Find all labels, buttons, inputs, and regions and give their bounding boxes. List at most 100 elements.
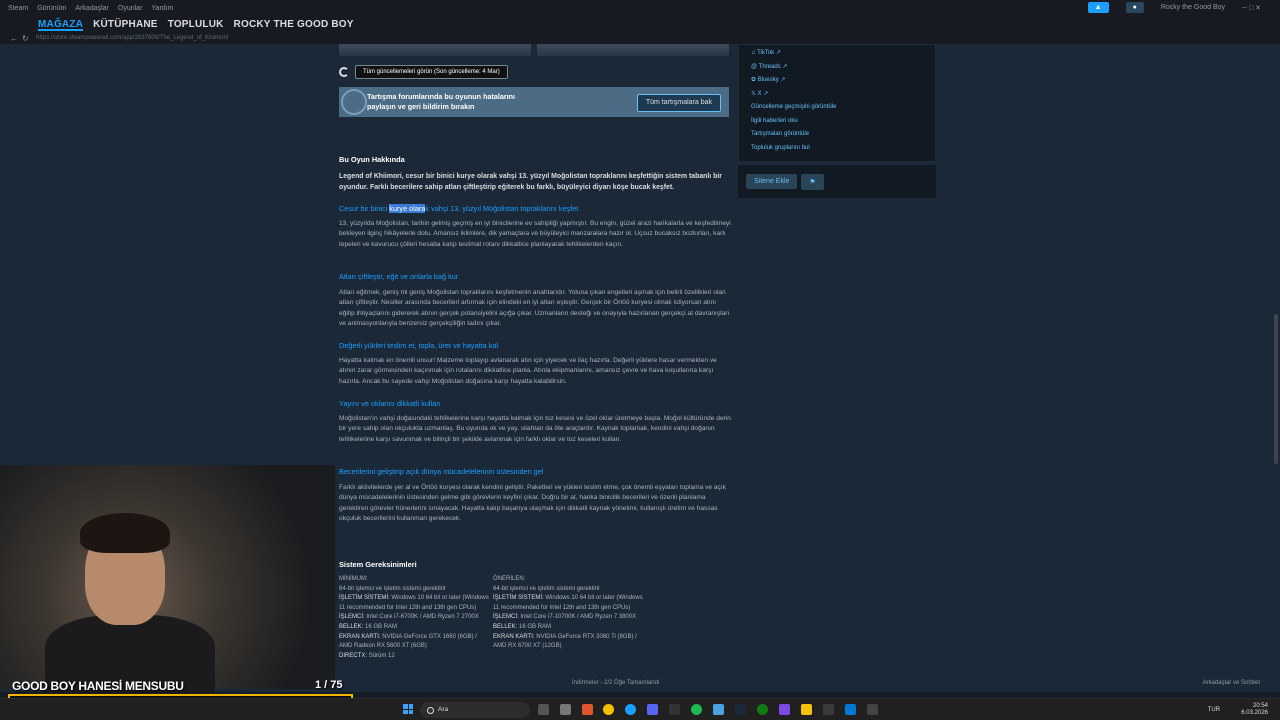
bluesky-link[interactable]: ✿ Bluesky ↗ <box>751 74 923 88</box>
friends-chat[interactable]: Arkadaşlar ve Sohbet <box>1203 680 1260 686</box>
updates-row: Tüm güncellemeleri görün (Son güncelleme… <box>339 65 508 79</box>
store-navbar: MAĞAZA KÜTÜPHANE TOPLULUK ROCKY THE GOOD… <box>0 17 1280 32</box>
app-icon[interactable] <box>867 704 878 715</box>
tiktok-link[interactable]: ♫ TikTok ↗ <box>751 47 923 61</box>
refresh-icon[interactable]: ↻ <box>22 34 29 43</box>
windows-taskbar: Ara TUR 20:54 6.03.2026 <box>0 698 1280 720</box>
embed-button[interactable]: Sitene Ekle <box>746 174 798 189</box>
language-indicator[interactable]: TUR <box>1208 707 1220 713</box>
requirements-recommended: ÖNERİLEN: 64-bit işlemci ve işletim sist… <box>493 575 645 652</box>
requirements-heading: Sistem Gereksinimleri <box>339 560 417 569</box>
section-title-5: Becerilerini geliştirip açık dünya mücad… <box>339 467 544 476</box>
app-icon[interactable] <box>669 704 680 715</box>
windows-start-icon[interactable] <box>403 704 413 714</box>
about-intro: Legend of Khiimori, cesur bir binici kur… <box>339 173 722 191</box>
steam-top-menu: Steam Görünüm Arkadaşlar Oyunlar Yardım … <box>0 0 1280 17</box>
app-icon[interactable] <box>823 704 834 715</box>
user-menu[interactable]: Rocky the Good Boy <box>1161 4 1225 11</box>
paragraph-5: Farklı aktivitelerde yer al ve Örtöö kur… <box>339 484 726 522</box>
url-text[interactable]: https://store.steampowered.com/app/26376… <box>36 35 228 41</box>
threads-link[interactable]: @ Threads ↗ <box>751 61 923 75</box>
menu-games[interactable]: Oyunlar <box>118 5 143 12</box>
min-directx: DIRECTX: Sürüm 12 <box>339 652 395 659</box>
menu-help[interactable]: Yardım <box>151 5 173 12</box>
nav-store[interactable]: MAĞAZA <box>38 19 83 30</box>
edge-icon[interactable] <box>625 704 636 715</box>
folder-icon[interactable] <box>801 704 812 715</box>
news-link[interactable]: İlgili haberleri oku <box>751 115 923 129</box>
scrollbar[interactable] <box>1274 314 1278 464</box>
min-label: MİNİMUM: <box>339 576 368 582</box>
min-arch: 64-bit işlemci ve işletim sistemi gerekt… <box>339 585 447 592</box>
sidebar-actions: Sitene Ekle ⚑ <box>738 165 936 198</box>
bell-icon[interactable]: ● <box>1125 2 1144 13</box>
taskbar-search[interactable]: Ara <box>420 702 530 718</box>
rec-label: ÖNERİLEN: <box>493 576 526 582</box>
paragraph-3: Hayatta kalmak en önemli unsur! Malzeme … <box>339 357 717 385</box>
app-icon[interactable] <box>779 704 790 715</box>
vscode-icon[interactable] <box>845 704 856 715</box>
rec-cpu: İŞLEMCİ: Intel Core i7-10700K / AMD Ryze… <box>493 614 637 621</box>
screenshot-strip[interactable] <box>339 44 729 56</box>
s1-post: k vahşi 13. yüzyıl Moğolistan toprakları… <box>425 204 579 213</box>
main-column: Tüm güncellemeleri görün (Son güncelleme… <box>339 44 731 659</box>
groups-link[interactable]: Topluluk gruplarını bul <box>751 142 923 156</box>
update-history-link[interactable]: Güncelleme geçmişini görüntüle <box>751 101 923 115</box>
nav-community[interactable]: TOPLULUK <box>168 19 224 30</box>
status-bar: İndirmeler - 2/2 Öğe Tamamlandı Arkadaşl… <box>0 676 1280 692</box>
rec-gpu: EKRAN KARTI: NVIDIA GeForce RTX 3060 Ti … <box>493 633 637 650</box>
nav-library[interactable]: KÜTÜPHANE <box>93 19 158 30</box>
brave-icon[interactable] <box>582 704 593 715</box>
section-title-3: Değerli yükleri teslim et, topla, üret v… <box>339 341 498 350</box>
discussions-link[interactable]: Tartışmaları görüntüle <box>751 128 923 142</box>
forum-text-2: paylaşın ve geri bildirim bırakın <box>367 102 475 111</box>
app-icon[interactable] <box>713 704 724 715</box>
min-os: İŞLETİM SİSTEMİ: Windows 10 64 bit or la… <box>339 595 489 611</box>
paragraph-2: Atları eğitmek, geniş mi geniş Moğolista… <box>339 289 730 327</box>
back-icon[interactable]: ← <box>10 34 18 43</box>
min-cpu: İŞLEMCİ: Intel Core i7-6700K / AMD Ryzen… <box>339 614 479 621</box>
x-link[interactable]: 𝕏 X ↗ <box>751 88 923 102</box>
nav-profile[interactable]: ROCKY THE GOOD BOY <box>234 19 354 30</box>
streamer-hair <box>80 513 170 553</box>
all-updates-button[interactable]: Tüm güncellemeleri görün (Son güncelleme… <box>355 65 508 79</box>
requirements-minimum: MİNİMUM: 64-bit işlemci ve işletim siste… <box>339 575 491 661</box>
flag-icon[interactable]: ⚑ <box>801 173 824 190</box>
spotify-icon[interactable] <box>691 704 702 715</box>
s1-pre: Cesur bir binici <box>339 204 390 213</box>
app-icon[interactable] <box>560 704 571 715</box>
forum-banner: Tartışma forumlarında bu oyunun hataları… <box>339 87 729 117</box>
min-ram: BELLEK: 16 GB RAM <box>339 623 398 630</box>
menu-steam[interactable]: Steam <box>8 5 28 12</box>
overlay-goal-title: GOOD BOY HANESİ MENSUBU <box>12 679 184 693</box>
menu-view[interactable]: Görünüm <box>37 5 66 12</box>
paragraph-1: 13. yüzyılda Moğolistan, tarihin gelmiş … <box>339 220 731 248</box>
min-gpu: EKRAN KARTI: NVIDIA GeForce GTX 1660 (6G… <box>339 633 477 650</box>
rec-os: İŞLETİM SİSTEMİ: Windows 10 64 bit or la… <box>493 595 643 611</box>
url-bar: ← ↻ https://store.steampowered.com/app/2… <box>0 32 1280 44</box>
webcam-overlay <box>0 465 335 695</box>
s1-selection: kurye olara <box>389 204 426 213</box>
announce-icon[interactable]: ▲ <box>1087 2 1109 13</box>
sidebar-links: ♫ TikTok ↗ @ Threads ↗ ✿ Bluesky ↗ 𝕏 X ↗… <box>738 44 936 162</box>
menu-friends[interactable]: Arkadaşlar <box>75 5 108 12</box>
section-title-4: Yayını ve oklarını dikkatli kullan <box>339 399 441 408</box>
chrome-icon[interactable] <box>603 704 614 715</box>
downloads-status[interactable]: İndirmeler - 2/2 Öğe Tamamlandı <box>572 680 660 686</box>
paragraph-4: Moğolistan'ın vahşi doğasındaki tehlikel… <box>339 415 731 443</box>
globe-icon <box>341 89 367 115</box>
about-heading: Bu Oyun Hakkında <box>339 155 405 164</box>
rec-arch: 64-bit işlemci ve işletim sistemi gerekt… <box>493 585 601 592</box>
task-view-icon[interactable] <box>538 704 549 715</box>
section-title-1: Cesur bir binici kurye olarak vahşi 13. … <box>339 204 578 213</box>
discord-icon[interactable] <box>647 704 658 715</box>
section-title-2: Atları çiftleştir, eğit ve onlarla bağ k… <box>339 272 459 281</box>
window-controls[interactable]: ─ □ ✕ <box>1242 4 1261 12</box>
clock[interactable]: 20:54 6.03.2026 <box>1241 703 1268 717</box>
all-discussions-button[interactable]: Tüm tartışmalara bak <box>636 94 721 112</box>
forum-text-1: Tartışma forumlarında bu oyunun hataları… <box>367 92 516 101</box>
refresh-icon <box>339 67 349 77</box>
xbox-icon[interactable] <box>757 704 768 715</box>
rec-ram: BELLEK: 16 GB RAM <box>493 623 552 630</box>
steam-icon[interactable] <box>735 704 746 715</box>
